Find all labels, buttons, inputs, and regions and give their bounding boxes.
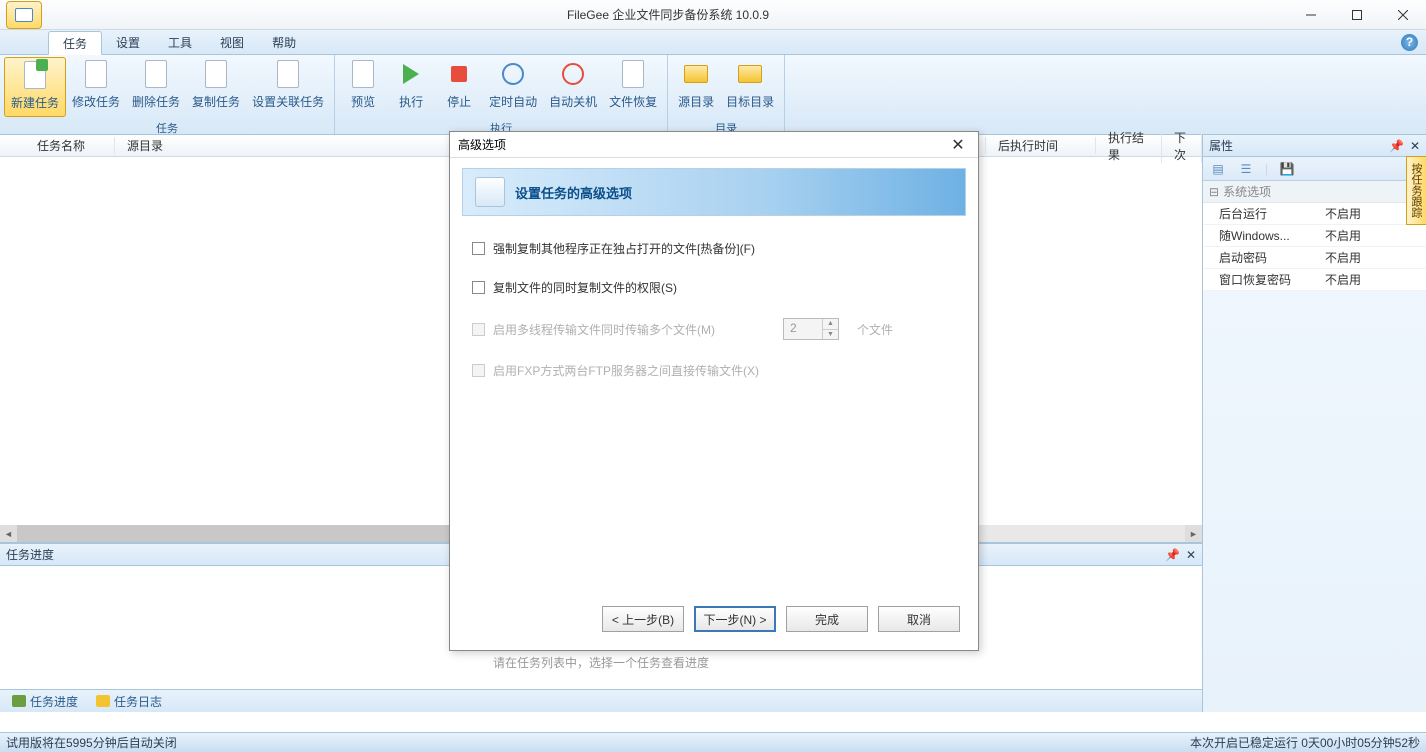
文件恢复-icon: [618, 59, 648, 89]
minimize-button[interactable]: [1288, 0, 1334, 30]
col-result[interactable]: 执行结果: [1096, 129, 1162, 163]
spinner-unit-label: 个文件: [857, 321, 893, 338]
properties-toolbar: ▤ ☰ | 💾: [1203, 157, 1426, 181]
label-copy-permissions: 复制文件的同时复制文件的权限(S): [493, 279, 677, 296]
ribbon-复制任务[interactable]: 复制任务: [186, 57, 246, 117]
col-exec-time[interactable]: 后执行时间: [986, 137, 1096, 154]
thread-count-spinner: 2 ▲▼: [783, 318, 839, 340]
banner-text: 设置任务的高级选项: [515, 183, 632, 202]
col-next[interactable]: 下次: [1162, 129, 1202, 163]
menu-设置[interactable]: 设置: [102, 30, 154, 54]
ribbon-新建任务[interactable]: 新建任务: [4, 57, 66, 117]
label-multithread: 启用多线程传输文件同时传输多个文件(M): [493, 321, 715, 338]
label-hot-backup: 强制复制其他程序正在独占打开的文件[热备份](F): [493, 240, 755, 257]
window-title: FileGee 企业文件同步备份系统 10.0.9: [48, 6, 1288, 23]
scroll-left-button[interactable]: ◄: [0, 525, 17, 542]
status-left: 试用版将在5995分钟后自动关闭: [6, 734, 177, 751]
checkbox-multithread: [472, 323, 485, 336]
scroll-right-button[interactable]: ►: [1185, 525, 1202, 542]
bottom-tabs: 任务进度 任务日志: [0, 689, 1202, 712]
dialog-close-button[interactable]: ✕: [946, 135, 970, 155]
pin-icon[interactable]: 📌: [1165, 548, 1180, 562]
pin-icon[interactable]: 📌: [1389, 139, 1404, 153]
ribbon-定时自动[interactable]: 定时自动: [483, 57, 543, 117]
cancel-button[interactable]: 取消: [878, 606, 960, 632]
复制任务-icon: [201, 59, 231, 89]
progress-title: 任务进度: [6, 546, 54, 563]
property-row[interactable]: 随Windows...不启用: [1203, 225, 1426, 247]
property-row[interactable]: 窗口恢复密码不启用: [1203, 269, 1426, 291]
执行-icon: [396, 59, 426, 89]
checkbox-copy-permissions[interactable]: [472, 281, 485, 294]
property-row[interactable]: 启动密码不启用: [1203, 247, 1426, 269]
menu-任务[interactable]: 任务: [48, 31, 102, 55]
back-button[interactable]: < 上一步(B): [602, 606, 684, 632]
alphabetical-icon[interactable]: ☰: [1237, 161, 1255, 177]
tab-task-log[interactable]: 任务日志: [88, 691, 170, 712]
next-button[interactable]: 下一步(N) >: [694, 606, 776, 632]
定时自动-icon: [498, 59, 528, 89]
停止-icon: [444, 59, 474, 89]
app-icon: [6, 1, 42, 29]
save-icon[interactable]: 💾: [1278, 161, 1296, 177]
源目录-icon: [681, 59, 711, 89]
checkbox-hot-backup[interactable]: [472, 242, 485, 255]
properties-title: 属性: [1209, 137, 1233, 154]
col-task-name[interactable]: 任务名称: [25, 137, 115, 154]
close-button[interactable]: [1380, 0, 1426, 30]
设置关联任务-icon: [273, 59, 303, 89]
maximize-button[interactable]: [1334, 0, 1380, 30]
ribbon: 新建任务修改任务删除任务复制任务设置关联任务任务预览执行停止定时自动自动关机文件…: [0, 55, 1426, 135]
新建任务-icon: [20, 60, 50, 90]
ribbon-源目录[interactable]: 源目录: [672, 57, 720, 117]
property-row[interactable]: 后台运行不启用: [1203, 203, 1426, 225]
ribbon-自动关机[interactable]: 自动关机: [543, 57, 603, 117]
menu-bar: 任务设置工具视图帮助 ?: [0, 30, 1426, 55]
title-bar: FileGee 企业文件同步备份系统 10.0.9: [0, 0, 1426, 30]
ribbon-修改任务[interactable]: 修改任务: [66, 57, 126, 117]
dialog-banner: 设置任务的高级选项: [462, 168, 966, 216]
properties-panel: 属性 📌 ✕ ▤ ☰ | 💾 ⊟系统选项 后台运行不启用随Windows...不…: [1202, 135, 1426, 712]
menu-帮助[interactable]: 帮助: [258, 30, 310, 54]
预览-icon: [348, 59, 378, 89]
label-fxp: 启用FXP方式两台FTP服务器之间直接传输文件(X): [493, 362, 759, 379]
ribbon-预览[interactable]: 预览: [339, 57, 387, 117]
删除任务-icon: [141, 59, 171, 89]
menu-视图[interactable]: 视图: [206, 30, 258, 54]
help-icon[interactable]: ?: [1401, 34, 1418, 51]
advanced-options-dialog: 高级选项 ✕ 设置任务的高级选项 强制复制其他程序正在独占打开的文件[热备份](…: [449, 131, 979, 651]
ribbon-文件恢复[interactable]: 文件恢复: [603, 57, 663, 117]
目标目录-icon: [735, 59, 765, 89]
progress-hint: 请在任务列表中，选择一个任务查看进度: [493, 654, 709, 671]
ribbon-删除任务[interactable]: 删除任务: [126, 57, 186, 117]
panel-close-icon[interactable]: ✕: [1186, 548, 1196, 562]
vertical-tab[interactable]: 按任务跟踪: [1406, 156, 1426, 225]
自动关机-icon: [558, 59, 588, 89]
修改任务-icon: [81, 59, 111, 89]
status-right: 本次开启已稳定运行 0天00小时05分钟52秒: [1190, 734, 1420, 751]
status-bar: 试用版将在5995分钟后自动关闭 本次开启已稳定运行 0天00小时05分钟52秒: [0, 732, 1426, 752]
checkbox-fxp: [472, 364, 485, 377]
finish-button[interactable]: 完成: [786, 606, 868, 632]
ribbon-停止[interactable]: 停止: [435, 57, 483, 117]
menu-工具[interactable]: 工具: [154, 30, 206, 54]
tab-task-progress[interactable]: 任务进度: [4, 691, 86, 712]
ribbon-目标目录[interactable]: 目标目录: [720, 57, 780, 117]
ribbon-设置关联任务[interactable]: 设置关联任务: [246, 57, 330, 117]
ribbon-执行[interactable]: 执行: [387, 57, 435, 117]
dialog-title: 高级选项: [458, 136, 506, 153]
panel-close-icon[interactable]: ✕: [1410, 139, 1420, 153]
categorized-icon[interactable]: ▤: [1209, 161, 1227, 177]
property-category[interactable]: ⊟系统选项: [1203, 181, 1426, 203]
document-gear-icon: [475, 177, 505, 207]
